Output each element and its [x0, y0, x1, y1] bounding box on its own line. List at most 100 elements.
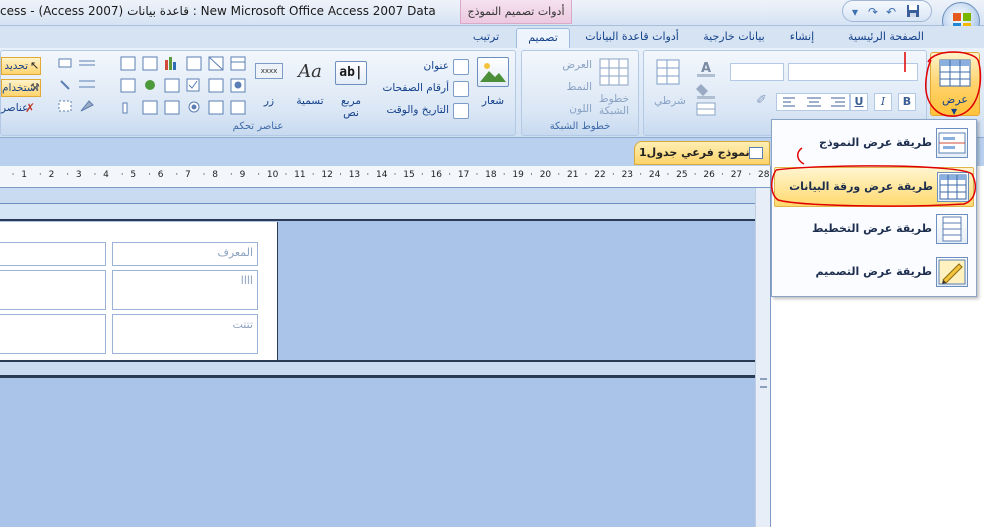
logo-icon[interactable]: [477, 57, 509, 87]
underline-button[interactable]: U: [850, 93, 868, 111]
tab-arrange[interactable]: ترتيب: [462, 28, 510, 48]
ruler-number: 6: [157, 170, 164, 180]
menu-item-form-view[interactable]: طريقة عرض النموذج: [774, 124, 974, 164]
ruler-number: 23: [621, 170, 634, 180]
ruler-dot: ·: [175, 170, 179, 180]
page-numbers-button[interactable]: أرقام الصفحات: [361, 82, 449, 95]
label-control-icon[interactable]: Aa: [293, 61, 327, 85]
ruler-number: 24: [648, 170, 661, 180]
format-painter-icon[interactable]: ✐: [756, 93, 772, 109]
gridlines-format-icon[interactable]: [692, 101, 722, 117]
ruler-dot: ·: [11, 170, 15, 180]
ruler-dot: ·: [475, 170, 479, 180]
tab-external-data[interactable]: بيانات خارجية: [692, 28, 776, 48]
gridline-width-label[interactable]: العرض: [528, 59, 592, 72]
ruler-dot: ·: [311, 170, 315, 180]
ruler-dot: ·: [420, 170, 424, 180]
field-label-2[interactable]: اااا: [112, 270, 258, 310]
gridline-color-label[interactable]: اللون: [528, 103, 592, 116]
logo-label[interactable]: شعار: [473, 95, 513, 108]
field-label-id[interactable]: المعرف: [112, 242, 258, 266]
field3-text-box[interactable]: [0, 314, 106, 354]
date-time-icon[interactable]: [453, 103, 469, 119]
scroll-grip-icon[interactable]: [760, 378, 767, 388]
id-text-box[interactable]: [0, 242, 106, 266]
form-view-icon: [936, 128, 968, 158]
textbox-control-button[interactable]: مربع نص: [333, 95, 369, 119]
window-title: cess - (Access 2007) قاعدة بيانات : New …: [0, 4, 436, 18]
use-wizards-label: استخدام: [2, 82, 39, 94]
font-name-select[interactable]: [788, 63, 918, 81]
ruler-dot: ·: [502, 170, 506, 180]
ruler-number: 16: [430, 170, 443, 180]
ruler-number: 20: [539, 170, 552, 180]
field2-text-box[interactable]: [0, 270, 106, 310]
title-bar: cess - (Access 2007) قاعدة بيانات : New …: [0, 0, 984, 26]
textbox-control-icon[interactable]: ab|: [335, 61, 367, 85]
ruler-dot: ·: [639, 170, 643, 180]
select-label: تحديد: [4, 60, 28, 72]
font-color-icon[interactable]: A: [692, 59, 722, 79]
italic-button[interactable]: I: [874, 93, 892, 111]
ruler-number: 8: [212, 170, 219, 180]
gridlines-icon[interactable]: [598, 57, 630, 87]
datasheet-view-icon: [937, 172, 969, 202]
conditional-formatting-icon[interactable]: [654, 57, 684, 89]
undo-icon[interactable]: ↶: [883, 4, 899, 20]
design-surface: [0, 378, 755, 527]
title-icon[interactable]: [453, 59, 469, 75]
font-size-select[interactable]: [730, 63, 784, 81]
view-button[interactable]: عرض ▼: [930, 52, 980, 116]
gridline-style-label[interactable]: النمط: [528, 81, 592, 94]
ruler-number: 27: [730, 170, 743, 180]
menu-item-layout-view[interactable]: طريقة عرض التخطيط: [774, 210, 974, 250]
button-control-icon[interactable]: xxxx: [255, 63, 283, 79]
document-tab[interactable]: نموذج فرعي جدول1: [634, 141, 770, 165]
title-button[interactable]: عنوان: [381, 60, 450, 73]
ruler-dot: ·: [38, 170, 42, 180]
design-view-icon: [936, 257, 968, 287]
tab-home[interactable]: الصفحة الرئيسية: [836, 28, 936, 48]
form-footer-section-bar[interactable]: [0, 360, 770, 375]
ruler-number: 26: [703, 170, 715, 180]
tab-design[interactable]: تصميم: [516, 28, 570, 48]
ruler-dot: ·: [229, 170, 233, 180]
vertical-scrollbar[interactable]: [755, 188, 770, 527]
ruler-dot: ·: [202, 170, 206, 180]
activex-icon[interactable]: ✗: [25, 101, 35, 115]
form-icon: [749, 147, 763, 159]
ruler-dot: ·: [339, 170, 342, 180]
ruler-number: 7: [185, 170, 191, 180]
ruler-number: 4: [103, 170, 109, 180]
gridlines-group: خطوط الشبكة العرض النمط اللون خطوط الشبك…: [521, 50, 639, 136]
fill-color-icon[interactable]: [692, 81, 722, 99]
menu-item-label: طريقة عرض التخطيط: [811, 222, 932, 235]
save-icon[interactable]: [905, 4, 921, 20]
ruler-number: 12: [321, 170, 333, 180]
button-control-button[interactable]: زر: [253, 95, 285, 108]
tab-create[interactable]: إنشاء: [776, 28, 828, 48]
page-numbers-icon[interactable]: [453, 81, 469, 97]
controls-group-label: عناصر تحكم: [232, 121, 284, 132]
detail-section-bar[interactable]: [0, 204, 770, 221]
field-label-3[interactable]: تتتت: [112, 314, 258, 354]
ruler-dot: ·: [530, 170, 533, 180]
bold-button[interactable]: B: [898, 93, 916, 111]
tab-database-tools[interactable]: أدوات قاعدة البيانات: [578, 28, 686, 48]
document-tab-title: نموذج فرعي جدول1: [639, 146, 750, 159]
ruler-dot: ·: [611, 170, 615, 180]
select-button[interactable]: تحديد ↖: [1, 57, 41, 75]
label-control-button[interactable]: تسمية: [289, 95, 331, 108]
ruler-dot: ·: [366, 170, 370, 180]
menu-item-design-view[interactable]: طريقة عرض التصميم: [774, 253, 974, 293]
menu-item-datasheet-view[interactable]: طريقة عرض ورقة البيانات: [774, 167, 974, 207]
ruler-number: 21: [567, 170, 579, 180]
svg-text:A: A: [701, 61, 711, 76]
form-header-section-bar[interactable]: [0, 188, 770, 204]
date-time-button[interactable]: التاريخ والوقت: [361, 104, 449, 117]
customize-qat-icon[interactable]: ▾: [847, 4, 863, 20]
use-wizards-button[interactable]: استخدام ⚒: [1, 79, 41, 97]
ruler-dot: ·: [748, 170, 752, 180]
ruler-number: 19: [512, 170, 524, 180]
redo-icon[interactable]: ↷: [865, 4, 881, 20]
